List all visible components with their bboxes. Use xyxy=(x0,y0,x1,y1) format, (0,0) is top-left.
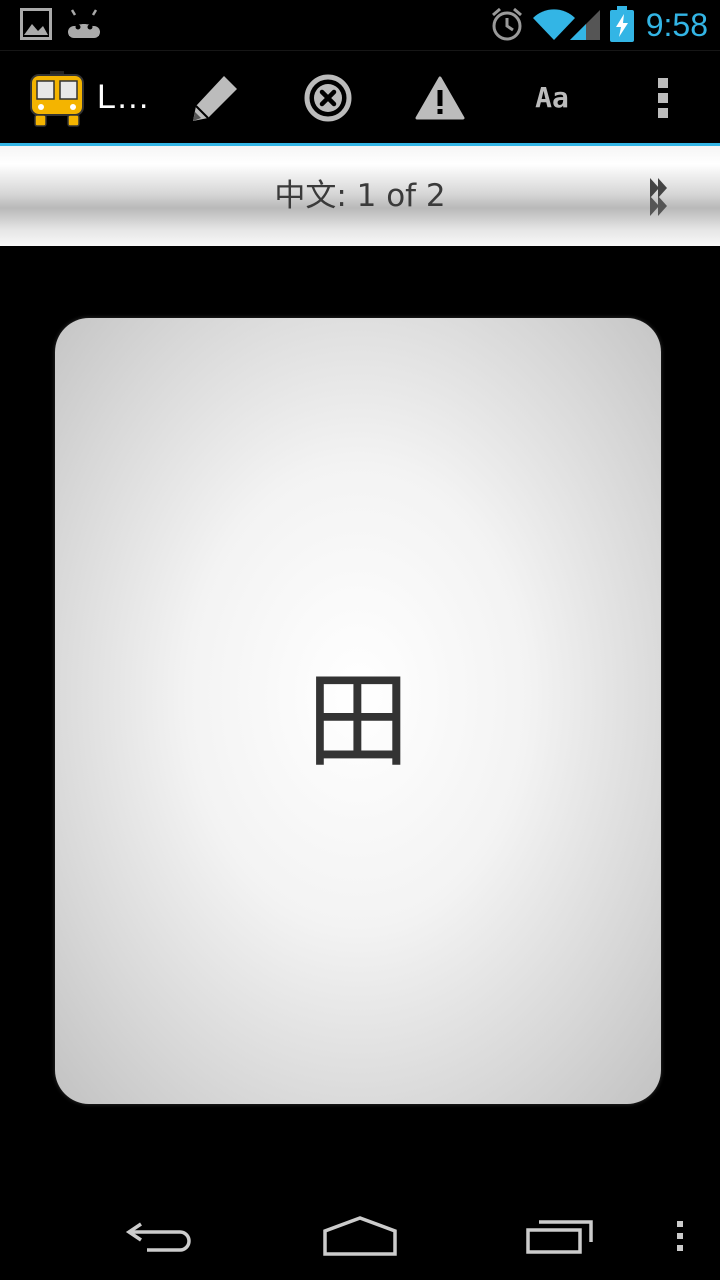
android-icon xyxy=(66,8,102,42)
recent-apps-button[interactable] xyxy=(510,1192,610,1280)
nav-overflow-button[interactable] xyxy=(660,1192,700,1280)
signal-icon xyxy=(570,8,602,44)
battery-charging-icon xyxy=(610,6,634,46)
status-clock: 9:58 xyxy=(645,7,708,43)
font-size-button[interactable]: Aa xyxy=(507,51,597,144)
flashcard[interactable]: 田 xyxy=(55,318,661,1104)
action-bar: L… Aa xyxy=(0,50,720,144)
report-button[interactable] xyxy=(395,51,485,144)
pager-bar: 中文: 1 of 2 xyxy=(0,146,720,246)
overflow-menu-button[interactable] xyxy=(618,51,708,144)
card-character: 田 xyxy=(305,659,410,782)
home-button[interactable] xyxy=(310,1192,410,1280)
edit-button[interactable] xyxy=(170,51,260,144)
navigation-bar xyxy=(0,1192,720,1280)
back-button[interactable] xyxy=(110,1192,210,1280)
app-title[interactable]: L… xyxy=(97,77,150,117)
bus-icon[interactable] xyxy=(30,71,84,131)
delete-button[interactable] xyxy=(283,51,373,144)
alarm-icon xyxy=(490,7,524,47)
gallery-icon xyxy=(20,8,52,44)
status-bar: 9:58 xyxy=(0,0,720,50)
next-card-button[interactable] xyxy=(640,168,690,224)
font-size-icon: Aa xyxy=(535,81,569,114)
pager-label: 中文: 1 of 2 xyxy=(274,178,446,214)
wifi-icon xyxy=(533,8,575,44)
